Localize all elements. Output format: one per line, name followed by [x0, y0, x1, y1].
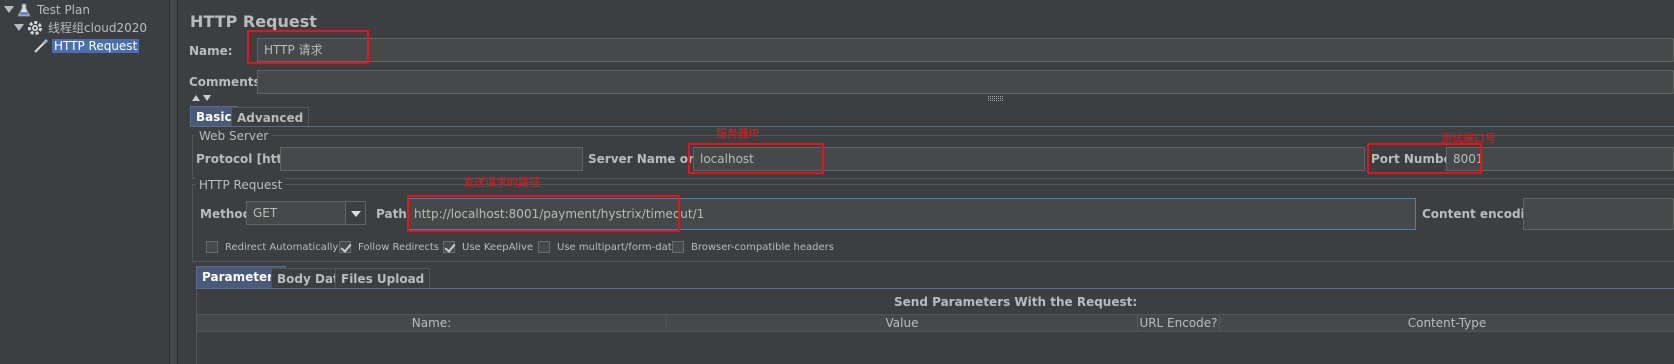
- pipette-icon: [34, 38, 49, 53]
- chevron-down-icon: [351, 211, 361, 217]
- name-field[interactable]: HTTP 请求: [257, 38, 1674, 62]
- method-select[interactable]: GET: [246, 201, 366, 225]
- content-encoding-field[interactable]: [1523, 198, 1674, 230]
- checkbox-label: Browser-compatible headers: [691, 241, 834, 253]
- checkbox-box[interactable]: [538, 241, 550, 253]
- params-heading: Send Parameters With the Request:: [894, 295, 1138, 309]
- checkbox-box[interactable]: [206, 241, 218, 253]
- checkbox-box[interactable]: [339, 241, 351, 253]
- use-multipart-checkbox[interactable]: Use multipart/form-data: [538, 241, 678, 253]
- collapse-arrows-icon[interactable]: [191, 94, 215, 102]
- checkbox-label: Use KeepAlive: [462, 241, 534, 253]
- tree-item-label: Test Plan: [37, 2, 90, 17]
- params-table-body[interactable]: [197, 332, 1674, 364]
- comments-field[interactable]: [257, 70, 1674, 94]
- dropdown-button[interactable]: [345, 202, 365, 224]
- flask-icon: [17, 3, 31, 16]
- use-keepalive-checkbox[interactable]: Use KeepAlive: [443, 241, 533, 253]
- column-header-value[interactable]: Value: [667, 315, 1138, 331]
- protocol-field[interactable]: [280, 147, 583, 171]
- gear-icon: [28, 20, 42, 35]
- expand-arrow-icon[interactable]: [14, 24, 24, 31]
- name-label: Name:: [189, 44, 233, 58]
- tree-item-thread-group[interactable]: 线程组cloud2020: [14, 19, 149, 36]
- comments-label: Comments:: [189, 75, 266, 89]
- checkbox-label: Use multipart/form-data: [557, 241, 678, 253]
- http-request-group-title: HTTP Request: [196, 178, 286, 192]
- redirect-automatically-checkbox[interactable]: Redirect Automatically: [206, 241, 338, 253]
- tree-item-label: HTTP Request: [52, 38, 140, 53]
- annotation-box-port: [1367, 143, 1482, 174]
- tab-files-upload[interactable]: Files Upload: [335, 268, 431, 289]
- http-request-panel: HTTP Request Name: HTTP 请求 Comments: Bas…: [188, 0, 1674, 364]
- column-header-url-encode[interactable]: URL Encode?: [1138, 315, 1220, 331]
- annotation-box-name: [247, 30, 369, 64]
- column-header-name[interactable]: Name:: [197, 315, 667, 331]
- test-plan-tree: Test Plan 线程组cloud2020 HTTP Request: [0, 0, 178, 364]
- annotation-note-port: 测试端口号: [1441, 132, 1496, 145]
- annotation-note-path: 发送请求的路径: [463, 176, 540, 189]
- splitter[interactable]: [169, 0, 177, 364]
- tab-divider: [196, 288, 1674, 289]
- tree-item-label: 线程组cloud2020: [48, 21, 148, 35]
- checkbox-box[interactable]: [443, 241, 455, 253]
- tree-item-http-request[interactable]: HTTP Request: [33, 37, 140, 54]
- tree-item-test-plan[interactable]: Test Plan: [4, 1, 92, 18]
- web-server-title: Web Server: [196, 129, 272, 143]
- browser-compatible-headers-checkbox[interactable]: Browser-compatible headers: [672, 241, 834, 253]
- method-value: GET: [253, 206, 278, 220]
- column-header-content-type[interactable]: Content-Type: [1220, 315, 1674, 331]
- annotation-box-server: [688, 143, 824, 174]
- tab-divider: [190, 126, 1674, 127]
- tab-advanced[interactable]: Advanced: [231, 107, 310, 127]
- checkbox-label: Follow Redirects: [358, 241, 439, 253]
- drag-handle-icon[interactable]: [988, 96, 1004, 101]
- page-title: HTTP Request: [190, 12, 317, 31]
- follow-redirects-checkbox[interactable]: Follow Redirects: [339, 241, 439, 253]
- annotation-box-path: [407, 195, 680, 232]
- checkbox-label: Redirect Automatically: [225, 241, 339, 253]
- checkbox-box[interactable]: [672, 241, 684, 253]
- expand-arrow-icon[interactable]: [4, 6, 14, 13]
- annotation-note-server: 服务器IP: [716, 127, 759, 140]
